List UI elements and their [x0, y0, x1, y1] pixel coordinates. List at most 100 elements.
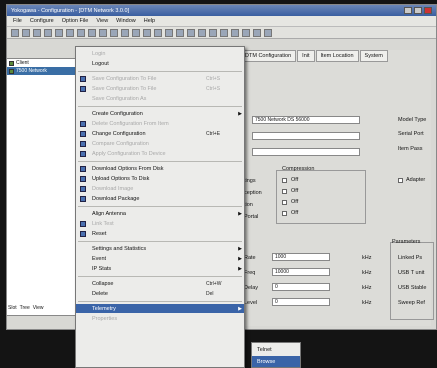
- menu-item-label: Save Configuration To File: [92, 75, 157, 82]
- device-name-field[interactable]: 7500 Network DS 56000: [252, 116, 360, 124]
- submenu-item-browse[interactable]: Browse: [252, 356, 300, 367]
- compression-checkbox-3[interactable]: [282, 200, 287, 205]
- rate-field[interactable]: 1000: [272, 253, 330, 261]
- menu-item-collapse[interactable]: Collapse Ctrl+W: [76, 279, 244, 288]
- menu-item-label: Event: [92, 255, 107, 262]
- menu-configure[interactable]: Configure: [30, 18, 54, 24]
- parameter-label-4: Sweep Ref: [398, 300, 425, 306]
- menu-item-shortcut: Ctrl+W: [206, 280, 222, 287]
- toolbar-button-icon[interactable]: [121, 28, 129, 37]
- close-button[interactable]: [424, 7, 432, 14]
- level-label: Level: [244, 300, 258, 306]
- toolbar-button-icon[interactable]: [165, 28, 173, 37]
- menu-view[interactable]: View: [96, 18, 108, 24]
- menu-item-download-options-from-disk[interactable]: Download Options From Disk: [76, 164, 244, 173]
- menu-window[interactable]: Window: [116, 18, 136, 24]
- menu-item-upload-options-to-disk[interactable]: Upload Options To Disk: [76, 174, 244, 183]
- menu-item-icon-slot: [78, 60, 87, 68]
- tree-item-label: 7500 Network: [16, 68, 47, 74]
- toolbar-button-icon[interactable]: [176, 28, 184, 37]
- menu-item-icon-slot: [78, 50, 87, 58]
- menu-item-reset[interactable]: Reset: [76, 229, 244, 238]
- toolbar-button-icon[interactable]: [187, 28, 195, 37]
- toolbar-button-icon[interactable]: [154, 28, 162, 37]
- menu-item-label: Upload Options To Disk: [92, 175, 150, 182]
- delay-label: Delay: [244, 285, 259, 291]
- menu-item-delete[interactable]: Delete Del: [76, 289, 244, 298]
- adapter-checkbox[interactable]: [398, 178, 403, 183]
- compression-checkbox-1[interactable]: [282, 178, 287, 183]
- freq-field[interactable]: 10000: [272, 268, 330, 276]
- submenu-arrow-icon: ▶: [238, 210, 242, 217]
- level-field[interactable]: 0: [272, 298, 330, 306]
- menu-item-download-package[interactable]: Download Package: [76, 194, 244, 203]
- menu-item-icon-slot: [78, 255, 87, 263]
- command-icon: [78, 75, 87, 83]
- menu-item-event[interactable]: Event ▶: [76, 254, 244, 263]
- menu-item-label: Change Configuration: [92, 130, 146, 137]
- tab-dtm-configuration[interactable]: DTM Configuration: [240, 50, 297, 62]
- menu-item-logout[interactable]: Logout: [76, 59, 244, 68]
- toolbar-button-icon[interactable]: [143, 28, 151, 37]
- toolbar-button-icon[interactable]: [77, 28, 85, 37]
- menu-item-telemetry[interactable]: Telemetry ▶: [76, 304, 244, 313]
- toolbar-button-icon[interactable]: [44, 28, 52, 37]
- menu-item-shortcut: Del: [206, 290, 214, 297]
- tree-tabs: Slot Tree View: [6, 305, 80, 315]
- menu-item-label: Link Test: [92, 220, 114, 227]
- tree-tab-view[interactable]: View: [33, 305, 44, 315]
- compression-group-label: Compression: [282, 166, 315, 172]
- toolbar-button-icon[interactable]: [132, 28, 140, 37]
- parameter-label-3: USB Stable: [398, 285, 427, 291]
- compression-checkbox-2[interactable]: [282, 189, 287, 194]
- tab-system[interactable]: System: [359, 50, 388, 62]
- menu-item-create-configuration[interactable]: Create Configuration ▶: [76, 109, 244, 118]
- serial-port-label: Serial Port: [398, 131, 424, 137]
- toolbar-button-icon[interactable]: [55, 28, 63, 37]
- toolbar-button-icon[interactable]: [220, 28, 228, 37]
- toolbar-button-icon[interactable]: [110, 28, 118, 37]
- menu-item-align-antenna[interactable]: Align Antenna ▶: [76, 209, 244, 218]
- tree-tab-tree[interactable]: Tree: [20, 305, 30, 315]
- compression-option-3: Off: [291, 199, 299, 205]
- toolbar-button-icon[interactable]: [264, 28, 272, 37]
- tab-item-location[interactable]: Item Location: [315, 50, 359, 62]
- device-address-field[interactable]: [252, 148, 360, 156]
- toolbar-button-icon[interactable]: [99, 28, 107, 37]
- toolbar-button-icon[interactable]: [253, 28, 261, 37]
- toolbar-button-icon[interactable]: [33, 28, 41, 37]
- tree-item-client[interactable]: Client: [7, 59, 79, 67]
- minimize-button[interactable]: [404, 7, 412, 14]
- menu-help[interactable]: Help: [144, 18, 155, 24]
- menu-item-change-configuration[interactable]: Change Configuration Ctrl+E: [76, 129, 244, 138]
- menu-file[interactable]: File: [13, 18, 22, 24]
- toolbar-button-icon[interactable]: [88, 28, 96, 37]
- toolbar-button-icon[interactable]: [22, 28, 30, 37]
- menu-item-login: Login: [76, 49, 244, 58]
- network-node-icon: [9, 60, 14, 66]
- toolbar-button-icon[interactable]: [11, 28, 19, 37]
- tab-init[interactable]: Init: [297, 50, 315, 62]
- submenu-item-telnet[interactable]: Telnet: [252, 344, 300, 355]
- parameters-panel-title: Parameters: [392, 239, 421, 245]
- maximize-button[interactable]: [414, 7, 422, 14]
- compression-option-2: Off: [291, 188, 299, 194]
- device-type-select[interactable]: [252, 132, 360, 140]
- toolbar-button-icon[interactable]: [209, 28, 217, 37]
- compression-option-1: Off: [291, 177, 299, 183]
- compression-checkbox-4[interactable]: [282, 211, 287, 216]
- toolbar-button-icon[interactable]: [198, 28, 206, 37]
- menu-item-icon-slot: [78, 110, 87, 118]
- toolbar-button-icon[interactable]: [231, 28, 239, 37]
- delay-field[interactable]: 0: [272, 283, 330, 291]
- tree-tab-slot[interactable]: Slot: [8, 305, 17, 315]
- menu-item-settings-and-statistics[interactable]: Settings and Statistics ▶: [76, 244, 244, 253]
- menu-item-label: Reset: [92, 230, 107, 237]
- tree-item-network[interactable]: 7500 Network: [7, 67, 79, 75]
- menu-option-file[interactable]: Option File: [62, 18, 89, 24]
- toolbar-button-icon[interactable]: [242, 28, 250, 37]
- toolbar-button-icon[interactable]: [66, 28, 74, 37]
- menu-separator: [78, 161, 242, 162]
- menu-item-ip-stats[interactable]: IP Stats ▶: [76, 264, 244, 273]
- menu-separator: [78, 71, 242, 72]
